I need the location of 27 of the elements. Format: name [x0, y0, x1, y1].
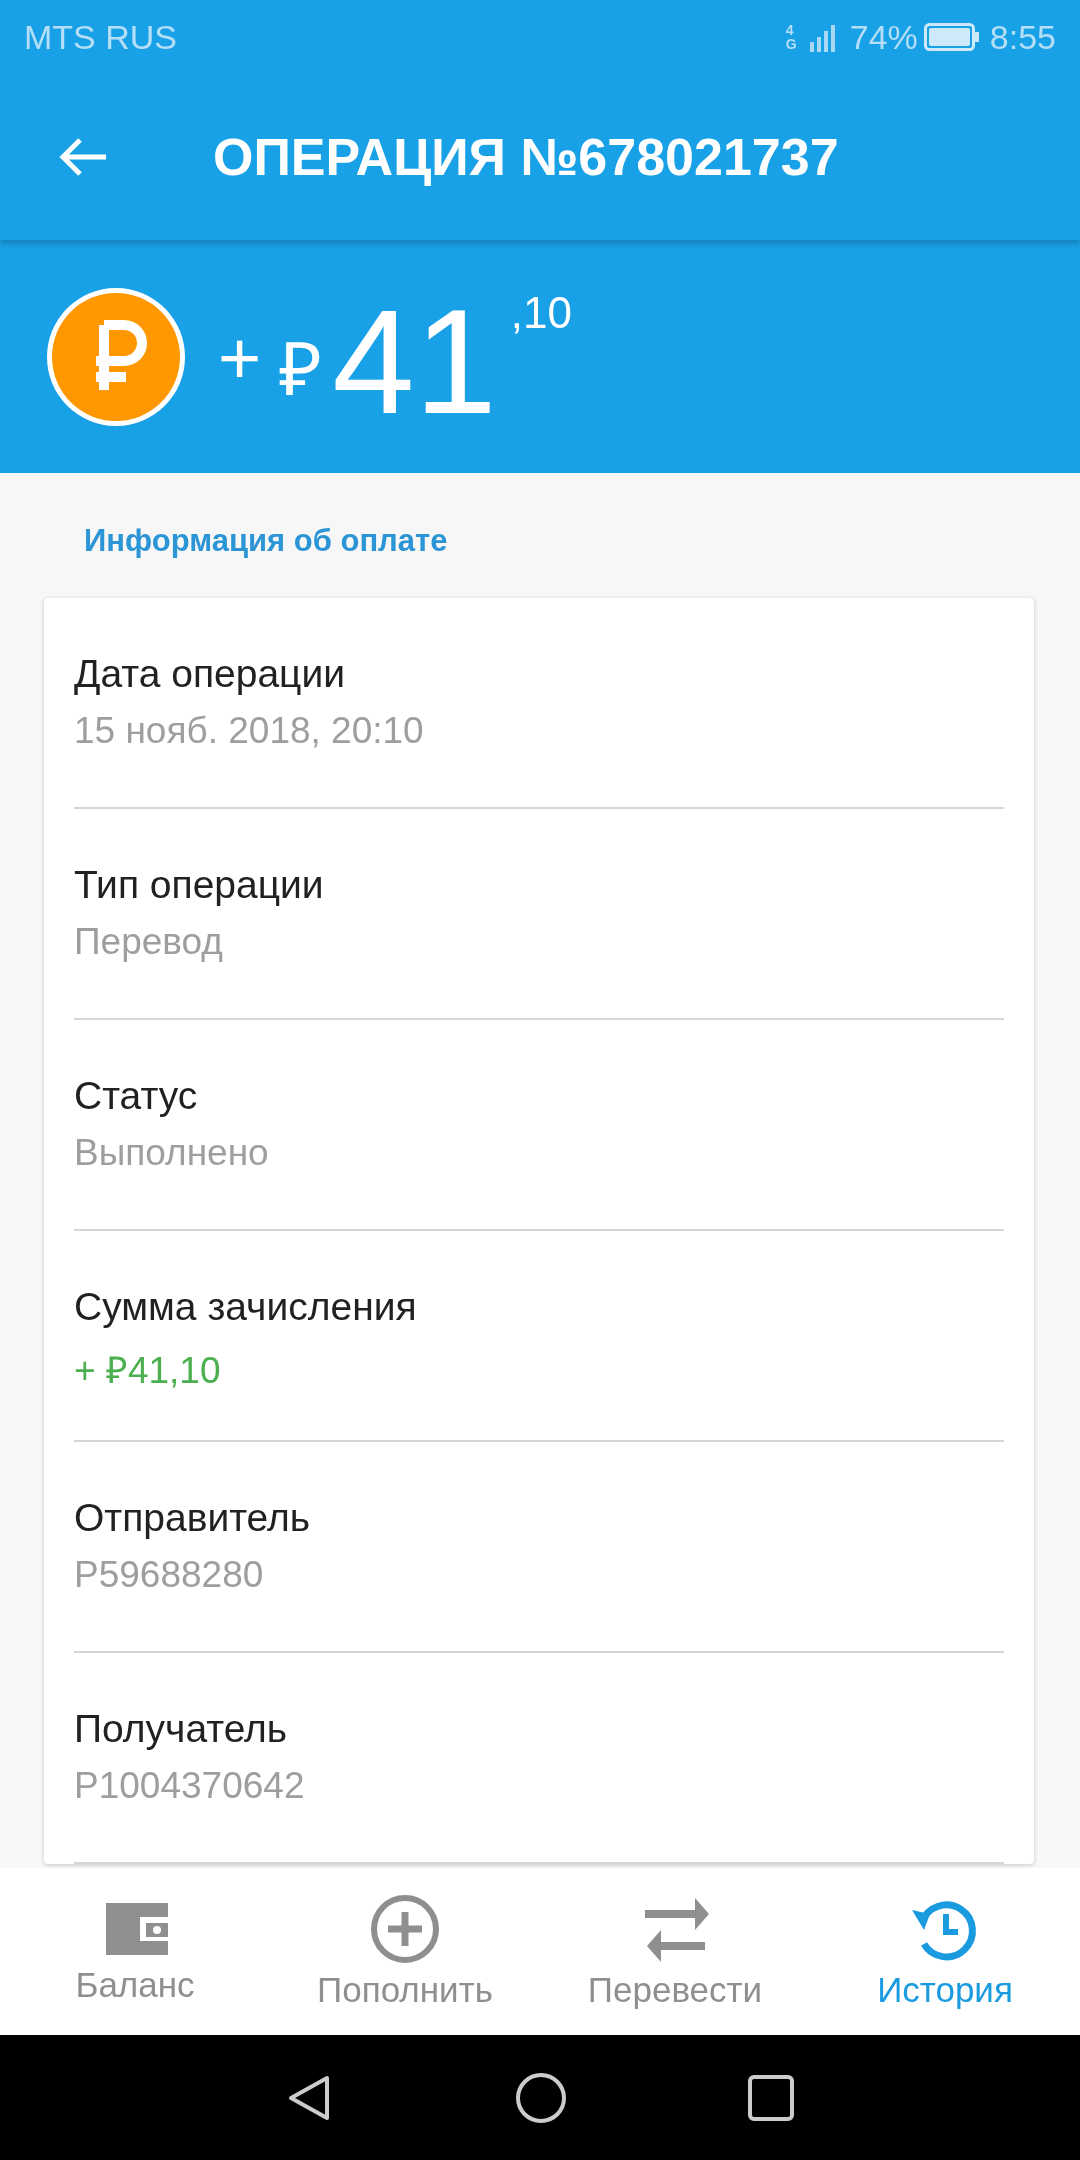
detail-value: P1004370642 [74, 1765, 306, 1807]
amount-fraction: ,10 [510, 287, 572, 338]
detail-value: Выполнено [74, 1132, 270, 1174]
carrier-name: MTS RUS [24, 17, 177, 57]
back-arrow-icon[interactable] [58, 137, 108, 177]
detail-label: Дата операции [74, 652, 346, 696]
plus-circle-icon [370, 1893, 440, 1964]
detail-value: 15 нояб. 2018, 20:10 [74, 710, 425, 752]
home-icon[interactable] [515, 2071, 567, 2124]
detail-value: Перевод [74, 921, 224, 963]
amount-integer: 41 [332, 287, 497, 436]
detail-value: + ₽41,10 [74, 1349, 222, 1393]
detail-label: Получатель [74, 1707, 289, 1751]
battery-percent: 74% [849, 17, 918, 57]
network-type: 4G [785, 23, 798, 51]
battery-icon [923, 23, 980, 51]
screen-title: ОПЕРАЦИЯ №678021737 [213, 127, 839, 187]
detail-label: Статус [74, 1074, 199, 1118]
section-title: Информация об оплате [83, 522, 449, 560]
detail-value: P59688280 [74, 1554, 265, 1596]
detail-label: Тип операции [74, 863, 325, 907]
recents-icon[interactable] [747, 2073, 795, 2122]
amount-sign: + [218, 315, 262, 401]
detail-label: Сумма зачисления [74, 1285, 418, 1329]
clock: 8:55 [989, 17, 1056, 57]
detail-label: Отправитель [74, 1496, 312, 1540]
currency-sign: ₽ [279, 326, 323, 413]
